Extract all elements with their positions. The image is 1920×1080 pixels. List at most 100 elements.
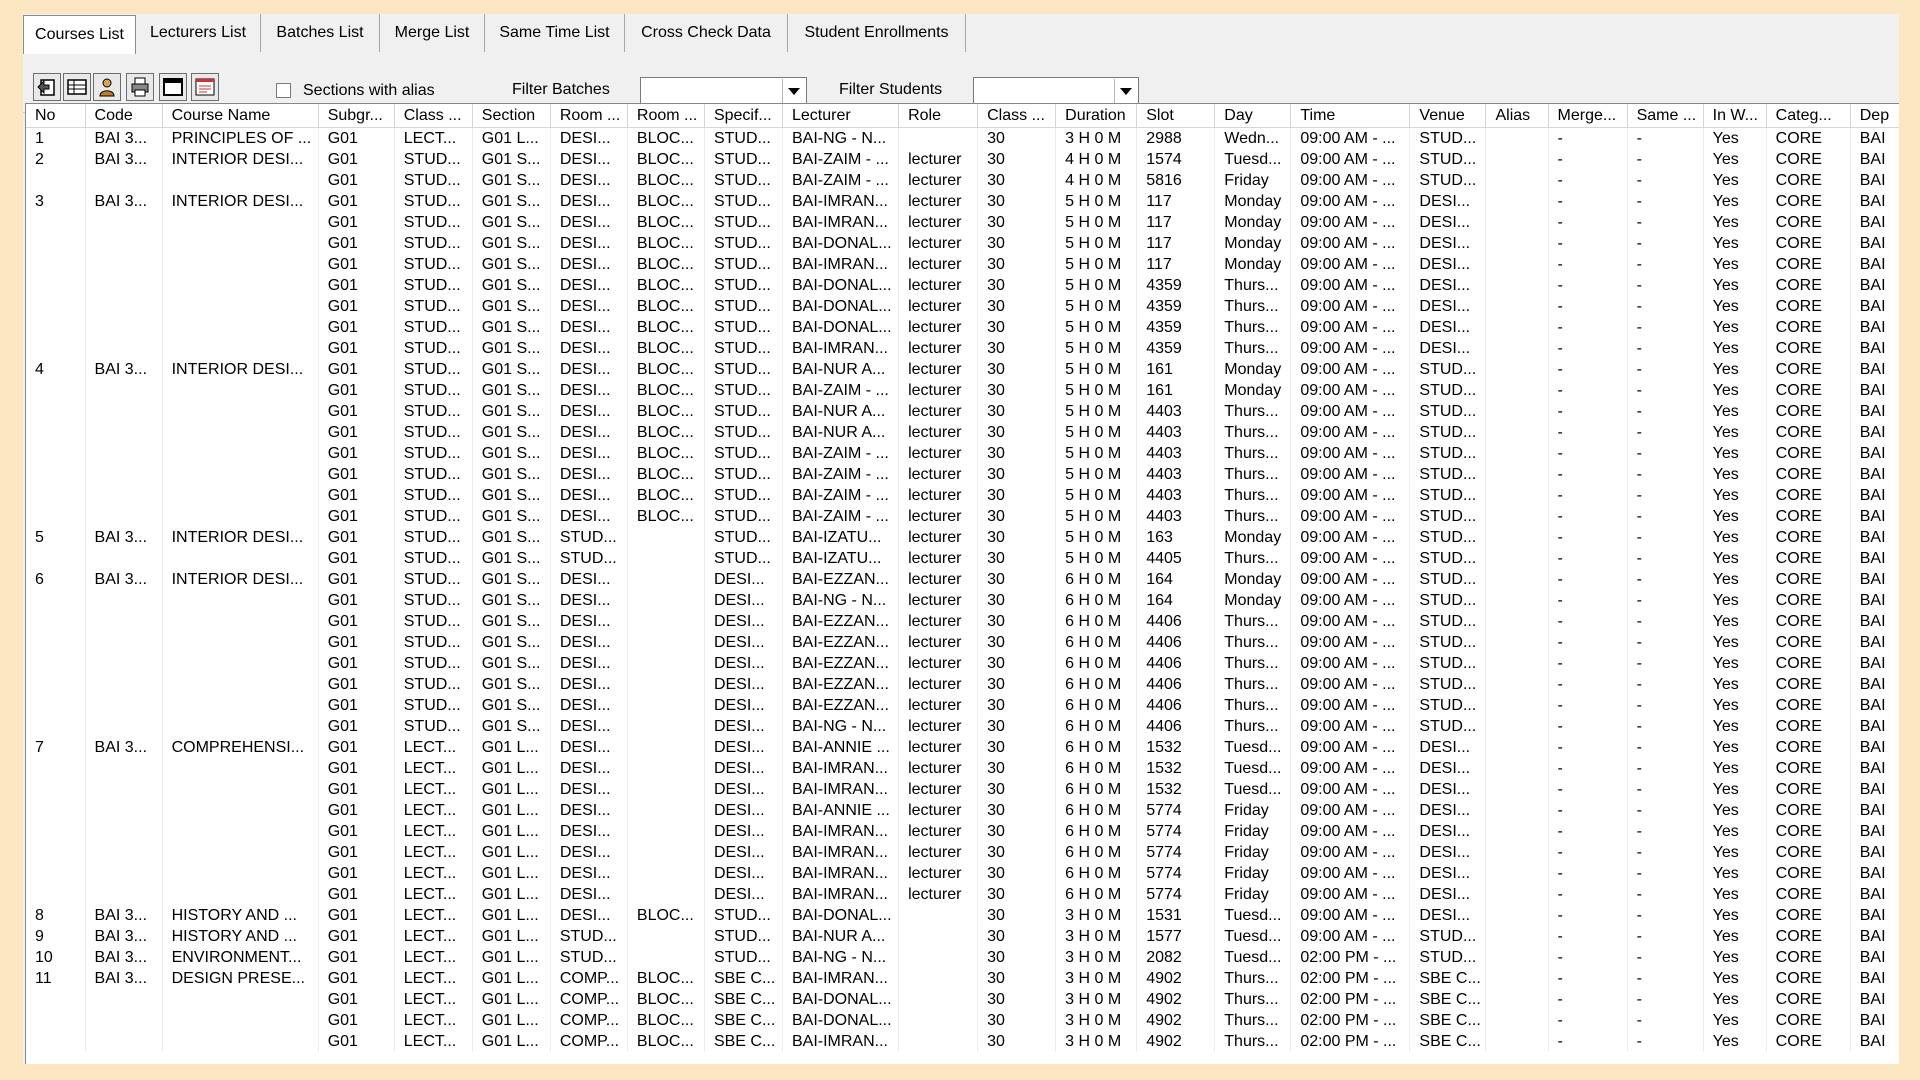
table-row[interactable]: G01 STUD... G01 S... DESI... DESI... BAI-EZZA… [26, 674, 1899, 695]
column-header[interactable]: Subgr... [318, 104, 395, 128]
column-header[interactable]: Merge... [1548, 104, 1628, 128]
sections-with-alias-checkbox[interactable] [276, 83, 291, 98]
column-header[interactable]: Room ... [627, 104, 705, 128]
column-header[interactable]: Venue [1409, 104, 1487, 128]
filter-batches-dropdown[interactable] [640, 77, 807, 105]
tab-cross-check-data[interactable]: Cross Check Data [625, 14, 788, 52]
table-row[interactable]: G01 LECT... G01 L... DESI... DESI... BAI-ANNI… [26, 800, 1899, 821]
table-row[interactable]: G01 STUD... G01 S... DESI... DESI... BAI-NG -… [26, 590, 1899, 611]
column-header[interactable]: Specif... [704, 104, 783, 128]
table-row[interactable]: G01 STUD... G01 S... DESI... BLOC... STUD... B… [26, 443, 1899, 464]
window-icon[interactable] [159, 73, 187, 101]
table-cell: STUD... [1409, 716, 1487, 737]
tab-batches-list[interactable]: Batches List [261, 14, 380, 52]
table-row[interactable]: G01 STUD... G01 S... DESI... BLOC... STUD... B… [26, 212, 1899, 233]
table-row[interactable]: G01 LECT... G01 L... DESI... DESI... BAI-IMRA… [26, 842, 1899, 863]
print-icon[interactable] [126, 73, 154, 101]
table-row[interactable]: G01 STUD... G01 S... DESI... BLOC... STUD... B… [26, 338, 1899, 359]
table-cell: CORE [1766, 275, 1851, 296]
table-row[interactable]: 9 BAI 3... HISTORY AND ... G01 LECT... G01 L.… [26, 926, 1899, 947]
column-header[interactable]: Code [85, 104, 163, 128]
table-row[interactable]: G01 STUD... G01 S... DESI... BLOC... STUD... B… [26, 401, 1899, 422]
table-row[interactable]: G01 LECT... G01 L... DESI... DESI... BAI-IMRA… [26, 884, 1899, 905]
table-row[interactable]: G01 STUD... G01 S... DESI... DESI... BAI-EZZA… [26, 611, 1899, 632]
tab-merge-list[interactable]: Merge List [380, 14, 485, 52]
table-cell: STUD... [1409, 401, 1487, 422]
table-row[interactable]: 3 BAI 3... INTERIOR DESI... G01 STUD... G01 S… [26, 191, 1899, 212]
table-row[interactable]: 1 BAI 3... PRINCIPLES OF ... G01 LECT... G01 … [26, 127, 1899, 149]
table-row[interactable]: G01 STUD... G01 S... DESI... BLOC... STUD... B… [26, 317, 1899, 338]
table-row[interactable]: G01 STUD... G01 S... DESI... BLOC... STUD... B… [26, 233, 1899, 254]
column-header[interactable]: Class ... [977, 104, 1057, 128]
column-header[interactable]: Dep [1850, 104, 1899, 128]
table-row[interactable]: G01 STUD... G01 S... DESI... BLOC... STUD... B… [26, 296, 1899, 317]
column-header[interactable]: Alias [1485, 104, 1549, 128]
column-header[interactable]: Room ... [550, 104, 628, 128]
table-cell [26, 758, 86, 779]
column-header[interactable]: Duration [1055, 104, 1138, 128]
table-cell: lecturer [898, 317, 979, 338]
column-header[interactable]: Day [1214, 104, 1292, 128]
person-icon[interactable] [93, 73, 121, 101]
table-row[interactable]: G01 STUD... G01 S... DESI... BLOC... STUD... B… [26, 380, 1899, 401]
column-header[interactable]: Time [1290, 104, 1411, 128]
table-cell: BAI [1850, 170, 1899, 191]
table-cell: DESI... [704, 884, 783, 905]
table-row[interactable]: G01 STUD... G01 S... DESI... BLOC... STUD... B… [26, 275, 1899, 296]
table-row[interactable]: 2 BAI 3... INTERIOR DESI... G01 STUD... G01 S… [26, 149, 1899, 170]
courses-grid[interactable]: No Code Course Name Subgr... Class ... Sectio… [25, 103, 1899, 1064]
table-row[interactable]: 11 BAI 3... DESIGN PRESE... G01 LECT... G01 L… [26, 968, 1899, 989]
table-row[interactable]: G01 STUD... G01 S... DESI... BLOC... STUD... B… [26, 254, 1899, 275]
table-row[interactable]: G01 STUD... G01 S... DESI... BLOC... STUD... B… [26, 170, 1899, 191]
tab-same-time-list[interactable]: Same Time List [485, 14, 625, 52]
column-header[interactable]: No [26, 104, 86, 128]
table-row[interactable]: G01 STUD... G01 S... DESI... BLOC... STUD... B… [26, 506, 1899, 527]
column-header[interactable]: Role [898, 104, 979, 128]
tab-student-enrollments[interactable]: Student Enrollments [788, 14, 966, 52]
tab-courses-list[interactable]: Courses List [23, 15, 136, 56]
export-icon[interactable] [33, 73, 61, 101]
table-row[interactable]: G01 LECT... G01 L... DESI... DESI... BAI-IMRA… [26, 758, 1899, 779]
table-row[interactable]: G01 STUD... G01 S... DESI... BLOC... STUD... B… [26, 464, 1899, 485]
column-header[interactable]: Slot [1136, 104, 1216, 128]
table-row[interactable]: G01 LECT... G01 L... DESI... DESI... BAI-IMRA… [26, 821, 1899, 842]
table-row[interactable]: G01 STUD... G01 S... DESI... DESI... BAI-EZZA… [26, 695, 1899, 716]
table-row[interactable]: G01 STUD... G01 S... DESI... BLOC... STUD... B… [26, 485, 1899, 506]
table-row[interactable]: 5 BAI 3... INTERIOR DESI... G01 STUD... G01 S… [26, 527, 1899, 548]
table-row[interactable]: G01 STUD... G01 S... DESI... DESI... BAI-EZZA… [26, 653, 1899, 674]
chevron-down-icon[interactable] [1114, 79, 1137, 103]
table-cell: G01 [318, 884, 395, 905]
table-row[interactable]: G01 LECT... G01 L... COMP... BLOC... SBE C...… [26, 989, 1899, 1010]
table-row[interactable]: G01 STUD... G01 S... STUD... STUD... BAI-IZAT… [26, 548, 1899, 569]
table-row[interactable]: 6 BAI 3... INTERIOR DESI... G01 STUD... G01 S… [26, 569, 1899, 590]
table-cell: 09:00 AM - ... [1290, 779, 1411, 800]
column-header[interactable]: Lecturer [782, 104, 900, 128]
table-row[interactable]: G01 LECT... G01 L... COMP... BLOC... SBE C...… [26, 1010, 1899, 1031]
table-cell: 161 [1136, 359, 1216, 380]
table-row[interactable]: 7 BAI 3... COMPREHENSI... G01 LECT... G01 L..… [26, 737, 1899, 758]
table-row[interactable]: G01 LECT... G01 L... DESI... DESI... BAI-IMRA… [26, 779, 1899, 800]
column-header[interactable]: Same ... [1627, 104, 1704, 128]
table-row[interactable]: 8 BAI 3... HISTORY AND ... G01 LECT... G01 L.… [26, 905, 1899, 926]
table-row[interactable]: G01 STUD... G01 S... DESI... BLOC... STUD... B… [26, 422, 1899, 443]
column-header[interactable]: Categ... [1766, 104, 1851, 128]
table-cell: 09:00 AM - ... [1290, 842, 1411, 863]
report-icon[interactable] [191, 73, 219, 101]
column-header[interactable]: Course Name [162, 104, 319, 128]
table-cell: Tuesd... [1214, 737, 1292, 758]
grid-view-icon[interactable] [63, 73, 91, 101]
table-row[interactable]: G01 LECT... G01 L... DESI... DESI... BAI-IMRA… [26, 863, 1899, 884]
table-cell: lecturer [898, 527, 979, 548]
chevron-down-icon[interactable] [782, 79, 805, 103]
table-row[interactable]: G01 STUD... G01 S... DESI... DESI... BAI-NG -… [26, 716, 1899, 737]
column-header[interactable]: Section [472, 104, 551, 128]
table-row[interactable]: 4 BAI 3... INTERIOR DESI... G01 STUD... G01 S… [26, 359, 1899, 380]
tab-lecturers-list[interactable]: Lecturers List [136, 14, 261, 52]
table-cell: 09:00 AM - ... [1290, 380, 1411, 401]
table-row[interactable]: 10 BAI 3... ENVIRONMENT... G01 LECT... G01 L.… [26, 947, 1899, 968]
table-row[interactable]: G01 STUD... G01 S... DESI... DESI... BAI-EZZA… [26, 632, 1899, 653]
table-row[interactable]: G01 LECT... G01 L... COMP... BLOC... SBE C...… [26, 1031, 1899, 1052]
column-header[interactable]: Class ... [394, 104, 473, 128]
column-header[interactable]: In W... [1703, 104, 1767, 128]
filter-students-dropdown[interactable] [973, 77, 1139, 105]
